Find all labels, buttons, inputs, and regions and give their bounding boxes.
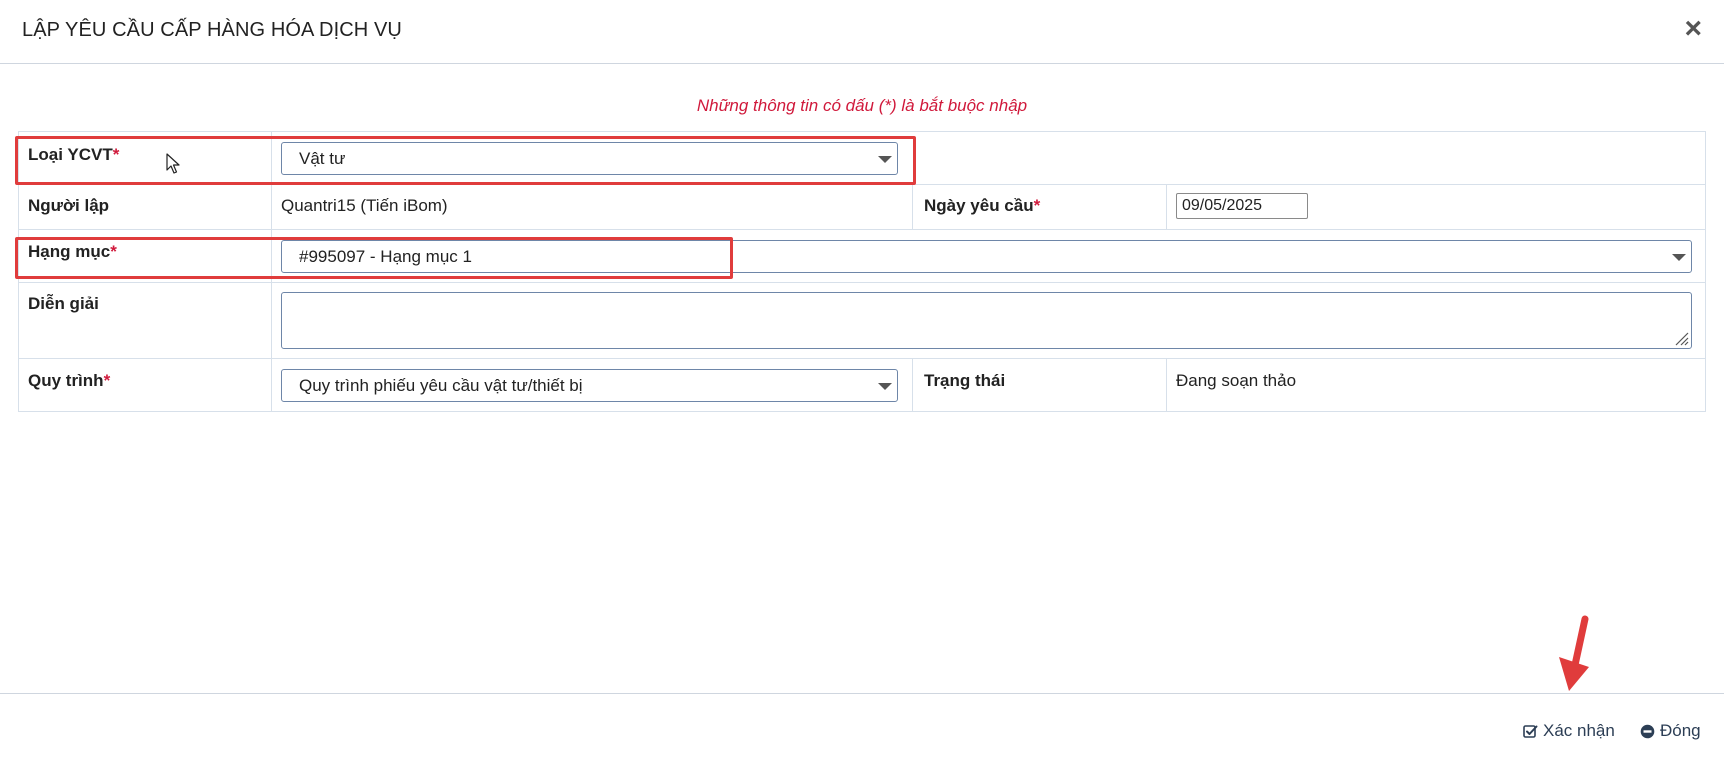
required-star: *	[112, 145, 120, 164]
dien-giai-label: Diễn giải	[28, 294, 99, 313]
column-divider	[1166, 185, 1167, 229]
nguoi-lap-label: Người lập	[28, 196, 110, 215]
column-divider	[271, 185, 272, 229]
chevron-down-icon[interactable]	[1672, 254, 1686, 261]
loai-ycvt-label-text: Loại YCVT	[28, 145, 113, 164]
hang-muc-selected-value: #995097 - Hạng mục 1	[299, 247, 472, 266]
minus-circle-icon	[1640, 724, 1655, 738]
request-form: Loại YCVT* Vật tư Người lập Quantri15 (T…	[18, 131, 1706, 412]
mouse-cursor-icon	[166, 153, 180, 174]
hang-muc-label-text: Hạng mục	[28, 242, 111, 261]
column-divider	[912, 185, 913, 229]
close-icon[interactable]: ×	[1684, 14, 1702, 44]
close-button-label: Đóng	[1660, 721, 1701, 740]
column-divider	[271, 230, 272, 282]
dialog-title: LẬP YÊU CẦU CẤP HÀNG HÓA DỊCH VỤ	[22, 19, 402, 41]
trang-thai-value: Đang soạn thảo	[1176, 371, 1297, 390]
form-row-dien-giai: Diễn giải	[19, 283, 1705, 359]
column-divider	[271, 283, 272, 358]
dien-giai-textarea[interactable]	[281, 292, 1692, 349]
ngay-yeu-cau-label: Ngày yêu cầu*	[924, 196, 1040, 216]
required-star: *	[110, 242, 117, 261]
quy-trinh-selected-value: Quy trình phiếu yêu cầu vật tư/thiết bị	[299, 376, 583, 395]
confirm-button-label: Xác nhận	[1543, 721, 1615, 740]
confirm-button[interactable]: Xác nhận	[1523, 721, 1615, 741]
ngay-yeu-cau-input[interactable]: 09/05/2025	[1176, 193, 1308, 219]
column-divider	[271, 132, 272, 184]
hang-muc-label: Hạng mục*	[28, 242, 117, 262]
column-divider	[912, 359, 913, 411]
dialog-footer	[0, 693, 1724, 767]
form-row-nguoi-lap: Người lập Quantri15 (Tiến iBom) Ngày yêu…	[19, 185, 1705, 230]
quy-trinh-select[interactable]: Quy trình phiếu yêu cầu vật tư/thiết bị	[281, 369, 898, 402]
column-divider	[271, 359, 272, 411]
trang-thai-label: Trạng thái	[924, 371, 1006, 390]
ngay-yeu-cau-label-text: Ngày yêu cầu	[924, 196, 1034, 215]
chevron-down-icon[interactable]	[878, 156, 892, 163]
quy-trinh-label-text: Quy trình	[28, 371, 104, 390]
red-arrow-icon	[1559, 615, 1589, 691]
loai-ycvt-select[interactable]: Vật tư	[281, 142, 898, 175]
column-divider	[1166, 359, 1167, 411]
hang-muc-select[interactable]: #995097 - Hạng mục 1	[281, 240, 1692, 273]
loai-ycvt-label: Loại YCVT*	[28, 145, 119, 165]
required-star: *	[1033, 196, 1041, 215]
close-button[interactable]: Đóng	[1640, 721, 1701, 741]
required-fields-note: Những thông tin có dấu (*) là bắt buộc n…	[696, 96, 1028, 115]
checkbox-check-icon	[1523, 724, 1538, 738]
nguoi-lap-value: Quantri15 (Tiến iBom)	[281, 196, 448, 215]
dialog-header: LẬP YÊU CẦU CẤP HÀNG HÓA DỊCH VỤ ×	[0, 0, 1724, 64]
form-row-loai-ycvt: Loại YCVT* Vật tư	[19, 132, 1705, 185]
quy-trinh-label: Quy trình*	[28, 371, 110, 391]
form-row-quy-trinh: Quy trình* Quy trình phiếu yêu cầu vật t…	[19, 359, 1705, 411]
resize-handle-icon[interactable]	[1673, 330, 1689, 346]
loai-ycvt-selected-value: Vật tư	[299, 149, 346, 168]
form-row-hang-muc: Hạng mục* #995097 - Hạng mục 1	[19, 230, 1705, 283]
chevron-down-icon[interactable]	[878, 383, 892, 390]
required-star: *	[103, 371, 111, 390]
